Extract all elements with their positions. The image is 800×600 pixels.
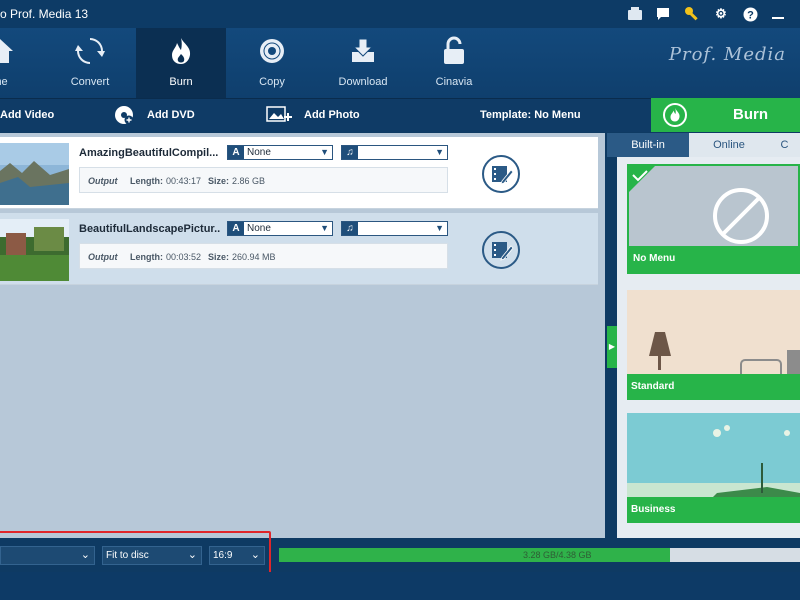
chevron-down-icon: ▼ bbox=[435, 223, 444, 233]
unlock-icon bbox=[444, 36, 464, 64]
file-size: 260.94 MB bbox=[232, 252, 276, 262]
edit-photo-button[interactable] bbox=[482, 231, 520, 269]
add-dvd-icon bbox=[114, 105, 134, 128]
key-icon[interactable] bbox=[683, 5, 701, 23]
nav-burn[interactable]: Burn bbox=[136, 28, 226, 98]
file-title: BeautifulLandscapePictur... bbox=[79, 223, 221, 235]
file-title: AmazingBeautifulCompil... bbox=[79, 147, 219, 159]
tab-custom[interactable]: C bbox=[769, 133, 800, 157]
chevron-down-icon: ▼ bbox=[320, 147, 329, 157]
disc-usage-text: 3.28 GB/4.38 GB bbox=[523, 550, 592, 560]
tab-built-in[interactable]: Built-in bbox=[607, 133, 689, 157]
video-thumbnail bbox=[0, 143, 69, 205]
brand-logo: Prof. Media bbox=[668, 44, 786, 65]
home-icon bbox=[0, 39, 13, 63]
template-tabs: Built-in Online C bbox=[607, 133, 800, 157]
disc-usage-fill bbox=[279, 548, 670, 562]
subtitle-icon: A bbox=[228, 222, 244, 235]
add-photo-icon bbox=[266, 105, 292, 128]
file-row[interactable]: BeautifulLandscapePictur... A None ▼ ♫ ▼… bbox=[0, 213, 598, 285]
screenshot-icon[interactable] bbox=[626, 5, 644, 23]
chevron-down-icon: ▼ bbox=[320, 223, 329, 233]
film-edit-icon bbox=[492, 242, 514, 261]
file-list: AmazingBeautifulCompil... A None ▼ ♫ ▼ O… bbox=[0, 133, 605, 538]
template-label: Business bbox=[627, 497, 800, 523]
highlight-box bbox=[0, 531, 271, 575]
add-dvd-button[interactable]: Add DVD bbox=[147, 109, 195, 121]
file-length: 00:03:52 bbox=[166, 252, 202, 262]
tab-online[interactable]: Online bbox=[689, 133, 769, 157]
help-icon[interactable]: ? bbox=[741, 5, 759, 23]
svg-text:?: ? bbox=[747, 9, 754, 21]
panel-toggle-button[interactable]: ▶ bbox=[607, 326, 617, 368]
bottom-bar bbox=[0, 572, 800, 600]
nav-copy[interactable]: Copy bbox=[227, 28, 317, 98]
file-row[interactable]: AmazingBeautifulCompil... A None ▼ ♫ ▼ O… bbox=[0, 137, 598, 209]
nav-home[interactable]: me bbox=[0, 28, 45, 98]
main-nav: me Convert Burn Copy Download Cinavia Pr… bbox=[0, 28, 800, 98]
add-photo-button[interactable]: Add Photo bbox=[304, 109, 360, 121]
file-length: 00:43:17 bbox=[166, 176, 202, 186]
download-icon bbox=[352, 38, 374, 62]
nav-convert[interactable]: Convert bbox=[45, 28, 135, 98]
audio-select[interactable]: ♫ ▼ bbox=[341, 145, 448, 160]
file-size: 2.86 GB bbox=[232, 176, 266, 186]
music-note-icon: ♫ bbox=[342, 222, 358, 235]
disc-icon bbox=[260, 39, 284, 63]
chevron-down-icon: ▼ bbox=[435, 147, 444, 157]
template-label: Standard bbox=[627, 374, 800, 400]
disc-usage-bar: 3.28 GB/4.38 GB bbox=[279, 548, 800, 562]
burn-button[interactable]: Burn bbox=[651, 98, 800, 132]
film-edit-icon bbox=[492, 166, 514, 185]
add-video-button[interactable]: Add Video bbox=[0, 109, 54, 121]
template-no-menu[interactable]: No Menu bbox=[627, 164, 800, 274]
subtitle-select[interactable]: A None ▼ bbox=[227, 145, 333, 160]
audio-select[interactable]: ♫ ▼ bbox=[341, 221, 448, 236]
template-business[interactable]: Business bbox=[627, 413, 800, 523]
subtitle-icon: A bbox=[228, 146, 244, 159]
chat-icon[interactable] bbox=[654, 5, 672, 23]
gear-icon[interactable]: ⚙ bbox=[712, 5, 730, 23]
file-info: Output Length: 00:43:17 Size: 2.86 GB bbox=[79, 167, 448, 193]
subtitle-select[interactable]: A None ▼ bbox=[227, 221, 333, 236]
convert-icon bbox=[75, 38, 105, 64]
window-title: o Prof. Media 13 bbox=[0, 7, 89, 21]
nav-download[interactable]: Download bbox=[318, 28, 408, 98]
title-bar: o Prof. Media 13 ⚙ ? bbox=[0, 0, 800, 28]
file-info: Output Length: 00:03:52 Size: 260.94 MB bbox=[79, 243, 448, 269]
image-thumbnail bbox=[0, 219, 69, 281]
music-note-icon: ♫ bbox=[342, 146, 358, 159]
template-standard[interactable]: Standard bbox=[627, 290, 800, 400]
edit-video-button[interactable] bbox=[482, 155, 520, 193]
flame-icon bbox=[172, 38, 191, 64]
template-label: No Menu bbox=[629, 246, 798, 272]
minimize-icon[interactable] bbox=[769, 5, 787, 23]
burn-flame-icon bbox=[663, 103, 687, 127]
nav-cinavia[interactable]: Cinavia bbox=[409, 28, 499, 98]
template-label: Template: No Menu bbox=[480, 109, 581, 121]
